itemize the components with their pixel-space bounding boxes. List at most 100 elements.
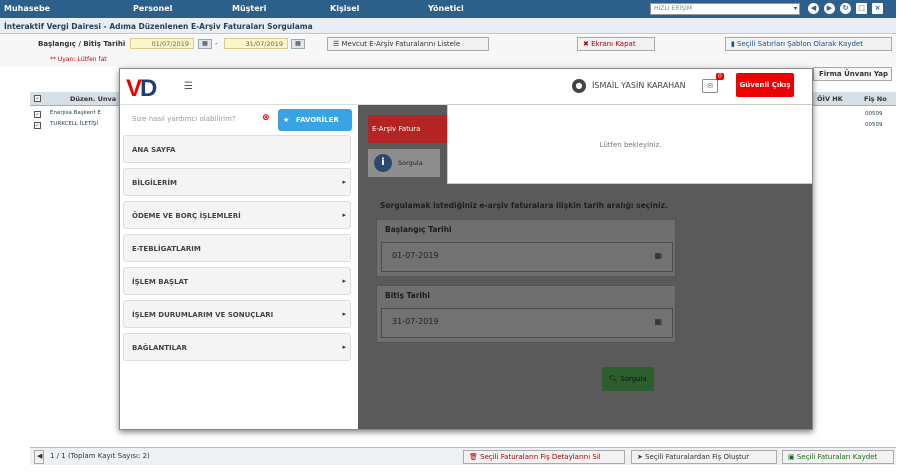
calendar-icon[interactable]: ▦	[198, 39, 212, 49]
nav-item-label: İŞLEM BAŞLAT	[132, 278, 189, 286]
end-date-label: Bitiş Tarihi	[385, 291, 430, 300]
list-icon: ☰	[333, 40, 342, 48]
select-all-checkbox[interactable]: ✓	[34, 95, 41, 102]
calendar-icon[interactable]: ▦	[654, 251, 662, 260]
save-icon: ▣	[788, 453, 797, 461]
firm-title-button[interactable]: Firma Ünvanı Yap	[813, 67, 892, 81]
send-icon: ➤	[637, 453, 646, 461]
clear-icon[interactable]: ⊗	[262, 113, 270, 123]
star-icon: ★	[283, 116, 290, 124]
row-checkbox[interactable]: ✓	[34, 122, 41, 129]
maximize-icon[interactable]: □	[856, 3, 867, 14]
query-button-label: Sorgula	[620, 375, 647, 383]
date-separator: -	[215, 40, 218, 48]
logout-button[interactable]: Güvenli Çıkış	[736, 73, 794, 97]
nav-item[interactable]: İŞLEM BAŞLAT ▸	[123, 267, 351, 295]
warning-text: ** Uyarı: Lütfen fat	[50, 56, 107, 63]
start-date-group: Başlangıç Tarihi 01-07-2019 ▦	[376, 219, 676, 277]
prev-page-icon[interactable]: ◀	[34, 450, 44, 464]
chevron-right-icon: ▸	[342, 178, 346, 186]
bottom-toolbar: ◀ 1 / 1 (Toplam Kayıt Sayısı: 2) 🗑 Seçil…	[30, 447, 896, 465]
list-invoices-button[interactable]: ☰ Mevcut E-Arşiv Faturalarını Listele	[327, 37, 489, 51]
help-search-input[interactable]: Size nasıl yardımcı olabilirim?	[132, 115, 236, 123]
nav-item[interactable]: BİLGİLERİM ▸	[123, 168, 351, 196]
menu-personel[interactable]: Personel	[133, 4, 172, 13]
nav-item[interactable]: ANA SAYFA	[123, 135, 351, 163]
start-date-input[interactable]: 01/07/2019	[130, 38, 194, 49]
date-range-label: Başlangıç / Bitiş Tarihi	[38, 40, 126, 48]
row-name: Enerjisa Başkent E	[50, 110, 101, 116]
close-screen-label: Ekranı Kapat	[591, 40, 636, 48]
favorites-label: FAVORİLER	[296, 116, 339, 124]
row-name: TURKCELL İLETİŞİ	[50, 121, 98, 127]
grid-column-oiv: ÖİV HK	[817, 95, 843, 103]
table-row[interactable]: ✓ Enerjisa Başkent E	[30, 110, 120, 119]
nav-item[interactable]: İŞLEM DURUMLARIM VE SONUÇLARI ▸	[123, 300, 351, 328]
top-menu-bar: Muhasebe Personel Müşteri Kişisel Yöneti…	[0, 0, 896, 18]
loading-dialog: Lütfen bekleyiniz.	[447, 104, 812, 184]
save-invoices-button[interactable]: ▣ Seçili Faturaları Kaydet	[782, 450, 894, 464]
page-edge	[896, 0, 922, 472]
nav-item-label: BAĞLANTILAR	[132, 344, 187, 352]
nav-item-label: BİLGİLERİM	[132, 179, 177, 187]
search-icon: 🔍︎	[609, 375, 619, 383]
create-slip-label: Seçili Faturalardan Fiş Oluştur	[645, 453, 750, 461]
start-date-field[interactable]: 01-07-2019 ▦	[381, 242, 673, 272]
delete-details-button[interactable]: 🗑 Seçili Faturaların Fiş Detaylarını Sil	[463, 450, 625, 464]
page-title: İnteraktif Vergi Dairesi - Adıma Düzenle…	[0, 18, 896, 34]
help-search: Size nasıl yardımcı olabilirim? ⊗ ★ FAVOR…	[120, 105, 358, 135]
close-icon[interactable]: ×	[872, 3, 883, 14]
notification-icon[interactable]: ✉	[702, 79, 718, 93]
quick-access-label: HIZLI ERİŞİM	[654, 5, 692, 12]
save-invoices-label: Seçili Faturaları Kaydet	[796, 453, 878, 461]
sidebar: Size nasıl yardımcı olabilirim? ⊗ ★ FAVOR…	[120, 105, 358, 429]
end-date-value: 31-07-2019	[392, 317, 439, 326]
close-screen-button[interactable]: ✖ Ekranı Kapat	[577, 37, 655, 51]
user-icon: ●	[572, 79, 586, 93]
notification-badge: 0	[716, 73, 724, 80]
menu-musteri[interactable]: Müşteri	[232, 4, 266, 13]
back-icon[interactable]: ◀	[808, 3, 819, 14]
table-row[interactable]: ✓ TURKCELL İLETİŞİ	[30, 121, 120, 130]
list-invoices-label: Mevcut E-Arşiv Faturalarını Listele	[341, 40, 461, 48]
menu-kisisel[interactable]: Kişisel	[330, 4, 359, 13]
pager-text: 1 / 1 (Toplam Kayıt Sayısı: 2)	[50, 452, 150, 460]
row-checkbox[interactable]: ✓	[34, 111, 41, 118]
chevron-down-icon: ▾	[793, 5, 797, 12]
nav-item-label: E-TEBLİGATLARIM	[132, 245, 201, 253]
user-name: İSMAİL YASİN KARAHAN	[592, 81, 686, 90]
filter-panel: Başlangıç / Bitiş Tarihi 01/07/2019 ▦ - …	[0, 35, 896, 81]
calendar-icon[interactable]: ▦	[654, 317, 662, 326]
tab-e-arsiv[interactable]: E-Arşiv Fatura	[368, 115, 450, 143]
nav-item[interactable]: E-TEBLİGATLARIM	[123, 234, 351, 262]
favorites-button[interactable]: ★ FAVORİLER	[278, 109, 352, 131]
info-label: Sorgula	[398, 159, 423, 167]
row-fis: 00509	[865, 122, 883, 128]
calendar-icon[interactable]: ▦	[291, 39, 305, 49]
forward-icon[interactable]: ▶	[824, 3, 835, 14]
chevron-right-icon: ▸	[342, 343, 346, 351]
gib-modal: VD ☰ ● İSMAİL YASİN KARAHAN ✉ 0 Güvenli …	[119, 68, 813, 430]
create-slip-button[interactable]: ➤ Seçili Faturalardan Fiş Oluştur	[631, 450, 777, 464]
nav-item-label: İŞLEM DURUMLARIM VE SONUÇLARI	[132, 311, 274, 319]
save-template-label: Seçili Satırları Şablon Olarak Kaydet	[737, 40, 863, 48]
modal-header: VD ☰ ● İSMAİL YASİN KARAHAN ✉ 0 Güvenli …	[120, 69, 812, 105]
menu-muhasebe[interactable]: Muhasebe	[4, 4, 50, 13]
quick-access-select[interactable]: HIZLI ERİŞİM ▾	[650, 3, 800, 15]
chevron-right-icon: ▸	[342, 211, 346, 219]
menu-yonetici[interactable]: Yönetici	[428, 4, 464, 13]
end-date-field[interactable]: 31-07-2019 ▦	[381, 308, 673, 338]
row-fis: 00509	[865, 111, 883, 117]
info-icon: i	[374, 154, 392, 172]
refresh-icon[interactable]: ↻	[840, 3, 851, 14]
grid-column-fis: Fiş No	[864, 95, 887, 103]
nav-item[interactable]: ÖDEME VE BORÇ İŞLEMLERİ ▸	[123, 201, 351, 229]
start-date-value: 01-07-2019	[392, 251, 439, 260]
end-date-input[interactable]: 31/07/2019	[224, 38, 288, 49]
save-template-button[interactable]: ▮ Seçili Satırları Şablon Olarak Kaydet	[725, 37, 892, 51]
nav-item[interactable]: BAĞLANTILAR ▸	[123, 333, 351, 361]
query-button[interactable]: 🔍︎ Sorgula	[602, 367, 654, 391]
query-hint: Sorgulamak istediğiniz e-arşiv faturalar…	[380, 201, 668, 210]
logo: VD	[126, 75, 157, 102]
menu-icon[interactable]: ☰	[184, 81, 193, 92]
